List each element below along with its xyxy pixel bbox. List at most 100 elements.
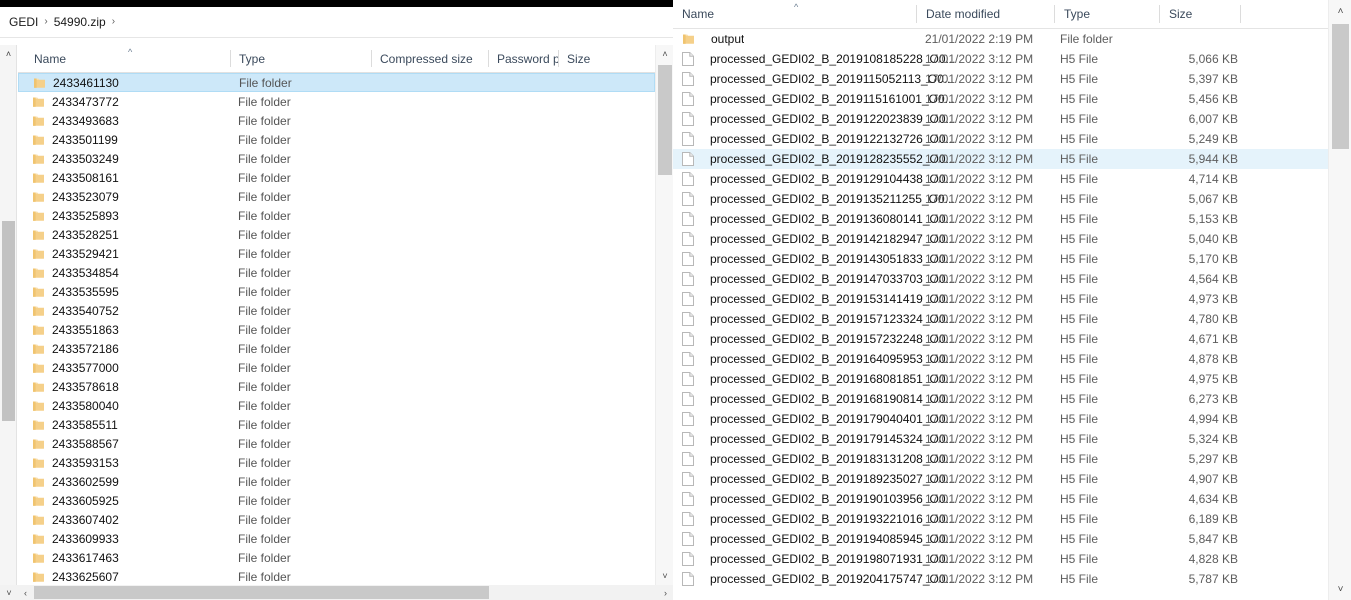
- left-horizontal-scrollbar[interactable]: ‹ ›: [18, 585, 673, 600]
- table-row[interactable]: 2433609933 File folder: [18, 529, 655, 548]
- table-row[interactable]: processed_GEDI02_B_2019204175747_O0... 17…: [673, 569, 1328, 589]
- breadcrumb-item-gedi[interactable]: GEDI: [9, 15, 38, 29]
- file-icon: [682, 252, 694, 266]
- right-file-list[interactable]: output 21/01/2022 2:19 PM File folder proce…: [673, 29, 1328, 600]
- file-type-cell: H5 File: [1060, 352, 1099, 366]
- right-vertical-scrollbar-thumb[interactable]: [1332, 24, 1349, 149]
- table-row[interactable]: 2433572186 File folder: [18, 339, 655, 358]
- table-row[interactable]: processed_GEDI02_B_2019135211255_O0... 17…: [673, 189, 1328, 209]
- left-scroll-down-arrow-icon[interactable]: ˅: [656, 567, 673, 585]
- file-icon: [682, 372, 694, 386]
- table-row[interactable]: 2433593153 File folder: [18, 453, 655, 472]
- left-horizontal-scrollbar-thumb[interactable]: [34, 586, 489, 599]
- nav-scrollbar-thumb[interactable]: [2, 221, 15, 421]
- table-row[interactable]: processed_GEDI02_B_2019198071931_O0... 17…: [673, 549, 1328, 569]
- left-vertical-scrollbar[interactable]: ˄ ˅: [655, 45, 673, 585]
- left-column-header-name[interactable]: Name: [26, 45, 221, 72]
- table-row[interactable]: 2433607402 File folder: [18, 510, 655, 529]
- table-row[interactable]: processed_GEDI02_B_2019157232248_O0... 17…: [673, 329, 1328, 349]
- table-row[interactable]: processed_GEDI02_B_2019164095953_O0... 17…: [673, 349, 1328, 369]
- date-modified-cell: 21/01/2022 2:19 PM: [925, 32, 1034, 46]
- table-row[interactable]: processed_GEDI02_B_2019142182947_O0... 17…: [673, 229, 1328, 249]
- column-divider[interactable]: [1240, 5, 1241, 23]
- file-size-cell: 4,714 KB: [1188, 172, 1238, 186]
- table-row[interactable]: processed_GEDI02_B_2019143051833_O0... 17…: [673, 249, 1328, 269]
- left-scroll-left-arrow-icon[interactable]: ‹: [18, 585, 33, 600]
- table-row[interactable]: processed_GEDI02_B_2019129104438_O0... 17…: [673, 169, 1328, 189]
- file-name-label: processed_GEDI02_B_2019189235027_O0...: [710, 472, 956, 486]
- table-row[interactable]: processed_GEDI02_B_2019128235552_O0... 17…: [673, 149, 1328, 169]
- table-row[interactable]: 2433523079 File folder: [18, 187, 655, 206]
- table-row[interactable]: 2433529421 File folder: [18, 244, 655, 263]
- table-row[interactable]: output 21/01/2022 2:19 PM File folder: [673, 29, 1328, 49]
- table-row[interactable]: processed_GEDI02_B_2019136080141_O0... 17…: [673, 209, 1328, 229]
- table-row[interactable]: 2433493683 File folder: [18, 111, 655, 130]
- left-file-list[interactable]: 2433461130 File folder 2433473772 File fold…: [18, 73, 655, 585]
- table-row[interactable]: processed_GEDI02_B_2019147033703_O0... 17…: [673, 269, 1328, 289]
- table-row[interactable]: 2433534854 File folder: [18, 263, 655, 282]
- file-icon: [682, 212, 694, 226]
- table-row[interactable]: processed_GEDI02_B_2019183131208_O0... 17…: [673, 449, 1328, 469]
- file-name-label: 2433523079: [52, 189, 119, 204]
- table-row[interactable]: 2433588567 File folder: [18, 434, 655, 453]
- table-row[interactable]: 2433525893 File folder: [18, 206, 655, 225]
- table-row[interactable]: processed_GEDI02_B_2019115161001_O0... 17…: [673, 89, 1328, 109]
- right-vertical-scrollbar[interactable]: ˄ ˅: [1328, 0, 1351, 600]
- left-column-header-type[interactable]: Type: [231, 45, 371, 72]
- left-scroll-corner-down-arrow-icon[interactable]: ˅: [0, 585, 18, 600]
- table-row[interactable]: 2433461130 File folder: [18, 73, 655, 92]
- table-row[interactable]: processed_GEDI02_B_2019168081851_O0... 17…: [673, 369, 1328, 389]
- table-row[interactable]: 2433605925 File folder: [18, 491, 655, 510]
- file-type-cell: H5 File: [1060, 332, 1099, 346]
- left-scroll-up-arrow-icon[interactable]: ˄: [656, 45, 673, 63]
- table-row[interactable]: processed_GEDI02_B_2019108185228_O0... 17…: [673, 49, 1328, 69]
- table-row[interactable]: 2433501199 File folder: [18, 130, 655, 149]
- nav-pane-scrollbar[interactable]: ˄ ˅: [0, 45, 17, 600]
- table-row[interactable]: processed_GEDI02_B_2019122132726_O0... 17…: [673, 129, 1328, 149]
- right-column-header-size[interactable]: Size: [1160, 0, 1240, 28]
- table-row[interactable]: 2433503249 File folder: [18, 149, 655, 168]
- table-row[interactable]: processed_GEDI02_B_2019189235027_O0... 17…: [673, 469, 1328, 489]
- table-row[interactable]: 2433585511 File folder: [18, 415, 655, 434]
- left-scroll-right-arrow-icon[interactable]: ›: [658, 585, 673, 600]
- left-vertical-scrollbar-thumb[interactable]: [658, 65, 672, 175]
- table-row[interactable]: 2433602599 File folder: [18, 472, 655, 491]
- table-row[interactable]: 2433540752 File folder: [18, 301, 655, 320]
- file-type-cell: H5 File: [1060, 572, 1099, 586]
- breadcrumb-item-zip[interactable]: 54990.zip: [54, 15, 106, 29]
- table-row[interactable]: 2433577000 File folder: [18, 358, 655, 377]
- table-row[interactable]: processed_GEDI02_B_2019179040401_O0... 17…: [673, 409, 1328, 429]
- table-row[interactable]: 2433473772 File folder: [18, 92, 655, 111]
- date-modified-cell: 17/01/2022 3:12 PM: [925, 392, 1034, 406]
- file-type-cell: File folder: [238, 94, 291, 109]
- table-row[interactable]: 2433528251 File folder: [18, 225, 655, 244]
- table-row[interactable]: 2433580040 File folder: [18, 396, 655, 415]
- table-row[interactable]: processed_GEDI02_B_2019179145324_O0... 17…: [673, 429, 1328, 449]
- right-column-header-type[interactable]: Type: [1055, 0, 1159, 28]
- right-scroll-up-arrow-icon[interactable]: ˄: [1329, 0, 1351, 22]
- table-row[interactable]: 2433578618 File folder: [18, 377, 655, 396]
- file-size-cell: 5,456 KB: [1188, 92, 1238, 106]
- folder-icon: [32, 96, 45, 108]
- table-row[interactable]: 2433535595 File folder: [18, 282, 655, 301]
- left-column-header-password-protected[interactable]: Password p...: [489, 45, 558, 72]
- left-column-header-size[interactable]: Size: [559, 45, 649, 72]
- table-row[interactable]: 2433617463 File folder: [18, 548, 655, 567]
- right-scroll-down-arrow-icon[interactable]: ˅: [1329, 578, 1351, 600]
- table-row[interactable]: processed_GEDI02_B_2019168190814_O0... 17…: [673, 389, 1328, 409]
- table-row[interactable]: 2433551863 File folder: [18, 320, 655, 339]
- nav-scroll-up-arrow-icon[interactable]: ˄: [0, 45, 17, 62]
- table-row[interactable]: processed_GEDI02_B_2019153141419_O0... 17…: [673, 289, 1328, 309]
- file-name-label: processed_GEDI02_B_2019128235552_O0...: [710, 152, 956, 166]
- left-column-header-compressed-size[interactable]: Compressed size: [372, 45, 488, 72]
- table-row[interactable]: processed_GEDI02_B_2019194085945_O0... 17…: [673, 529, 1328, 549]
- table-row[interactable]: processed_GEDI02_B_2019122023839_O0... 17…: [673, 109, 1328, 129]
- table-row[interactable]: 2433625607 File folder: [18, 567, 655, 585]
- file-name-cell: processed_GEDI02_B_2019147033703_O0...: [682, 269, 956, 289]
- table-row[interactable]: 2433508161 File folder: [18, 168, 655, 187]
- right-column-header-date-modified[interactable]: Date modified: [917, 0, 1054, 28]
- table-row[interactable]: processed_GEDI02_B_2019157123324_O0... 17…: [673, 309, 1328, 329]
- table-row[interactable]: processed_GEDI02_B_2019190103956_O0... 17…: [673, 489, 1328, 509]
- table-row[interactable]: processed_GEDI02_B_2019115052113_O0... 17…: [673, 69, 1328, 89]
- table-row[interactable]: processed_GEDI02_B_2019193221016_O0... 17…: [673, 509, 1328, 529]
